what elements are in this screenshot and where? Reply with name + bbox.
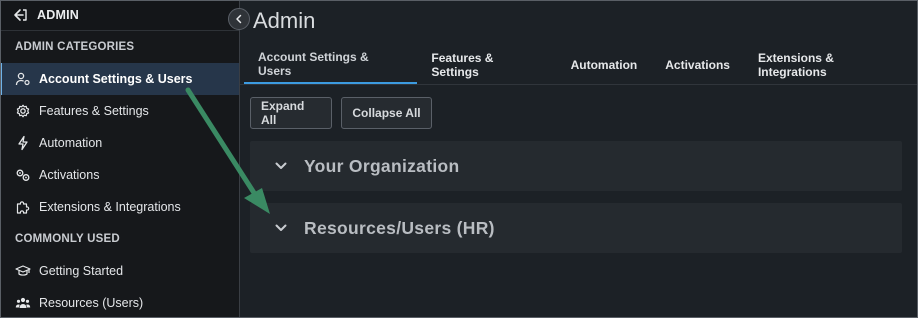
sidebar-item-resources-users[interactable]: Resources (Users) (0, 287, 239, 318)
sidebar-item-label: Resources (Users) (39, 296, 144, 310)
sidebar-back-link[interactable]: ADMIN (0, 0, 239, 31)
users-group-icon (15, 295, 31, 311)
panel-resources-users-hr[interactable]: Resources/Users (HR) (250, 203, 902, 253)
collapse-all-button[interactable]: Collapse All (341, 97, 432, 129)
tab-account-settings-users[interactable]: Account Settings & Users (244, 45, 418, 85)
tab-features-settings[interactable]: Features & Settings (417, 45, 556, 85)
sidebar-collapse-button[interactable] (228, 8, 250, 30)
chevron-down-icon (275, 224, 287, 231)
tab-label: Activations (665, 58, 730, 72)
sidebar-item-label: Extensions & Integrations (39, 200, 181, 214)
chevron-left-icon (236, 14, 242, 24)
sidebar-item-label: Features & Settings (39, 104, 149, 118)
user-gear-icon (15, 71, 31, 87)
arrow-left-icon (14, 9, 27, 21)
sidebar-item-label: Account Settings & Users (39, 72, 193, 86)
sidebar-title: ADMIN (37, 8, 79, 22)
tab-label: Features & Settings (431, 51, 494, 79)
tabs-divider (240, 84, 918, 85)
panel-title: Resources/Users (HR) (304, 217, 495, 238)
sidebar-item-label: Automation (39, 136, 103, 150)
tab-label: Extensions & Integrations (757, 51, 834, 79)
page-title: Admin (253, 8, 316, 33)
tab-extensions-integrations[interactable]: Extensions & Integrations (744, 45, 918, 85)
tab-activations[interactable]: Activations (651, 45, 744, 85)
sidebar-item-activations[interactable]: Activations (0, 159, 239, 191)
sidebar-item-automation[interactable]: Automation (0, 127, 239, 159)
lightning-bolt-icon (15, 135, 31, 151)
puzzle-piece-icon (15, 199, 31, 215)
sidebar-item-extensions-integrations[interactable]: Extensions & Integrations (0, 191, 239, 223)
tab-label: Account Settings & Users (258, 49, 369, 78)
sidebar-item-label: Getting Started (39, 264, 124, 278)
panel-title: Your Organization (304, 155, 460, 176)
sidebar-item-label: Activations (39, 168, 100, 182)
section-heading-admin-categories: ADMIN CATEGORIES (15, 41, 135, 53)
chevron-down-icon (275, 162, 287, 169)
sidebar-item-account-settings-users[interactable]: Account Settings & Users (0, 63, 239, 95)
tab-automation[interactable]: Automation (557, 45, 652, 85)
tab-label: Automation (570, 58, 638, 72)
section-heading-commonly-used: COMMONLY USED (15, 233, 120, 245)
gear-icon (15, 103, 31, 119)
sidebar-item-features-settings[interactable]: Features & Settings (0, 95, 239, 127)
toggle-link-icon (15, 167, 31, 183)
admin-tabs: Account Settings & Users Features & Sett… (244, 44, 918, 85)
panel-your-organization[interactable]: Your Organization (250, 141, 902, 191)
expand-all-button[interactable]: Expand All (250, 97, 332, 129)
graduation-cap-icon (15, 263, 31, 279)
admin-main-content: Admin Account Settings & Users Features … (240, 0, 918, 318)
sidebar-item-getting-started[interactable]: Getting Started (0, 255, 239, 287)
admin-sidebar: ADMIN ADMIN CATEGORIES Account Settings … (0, 0, 240, 318)
